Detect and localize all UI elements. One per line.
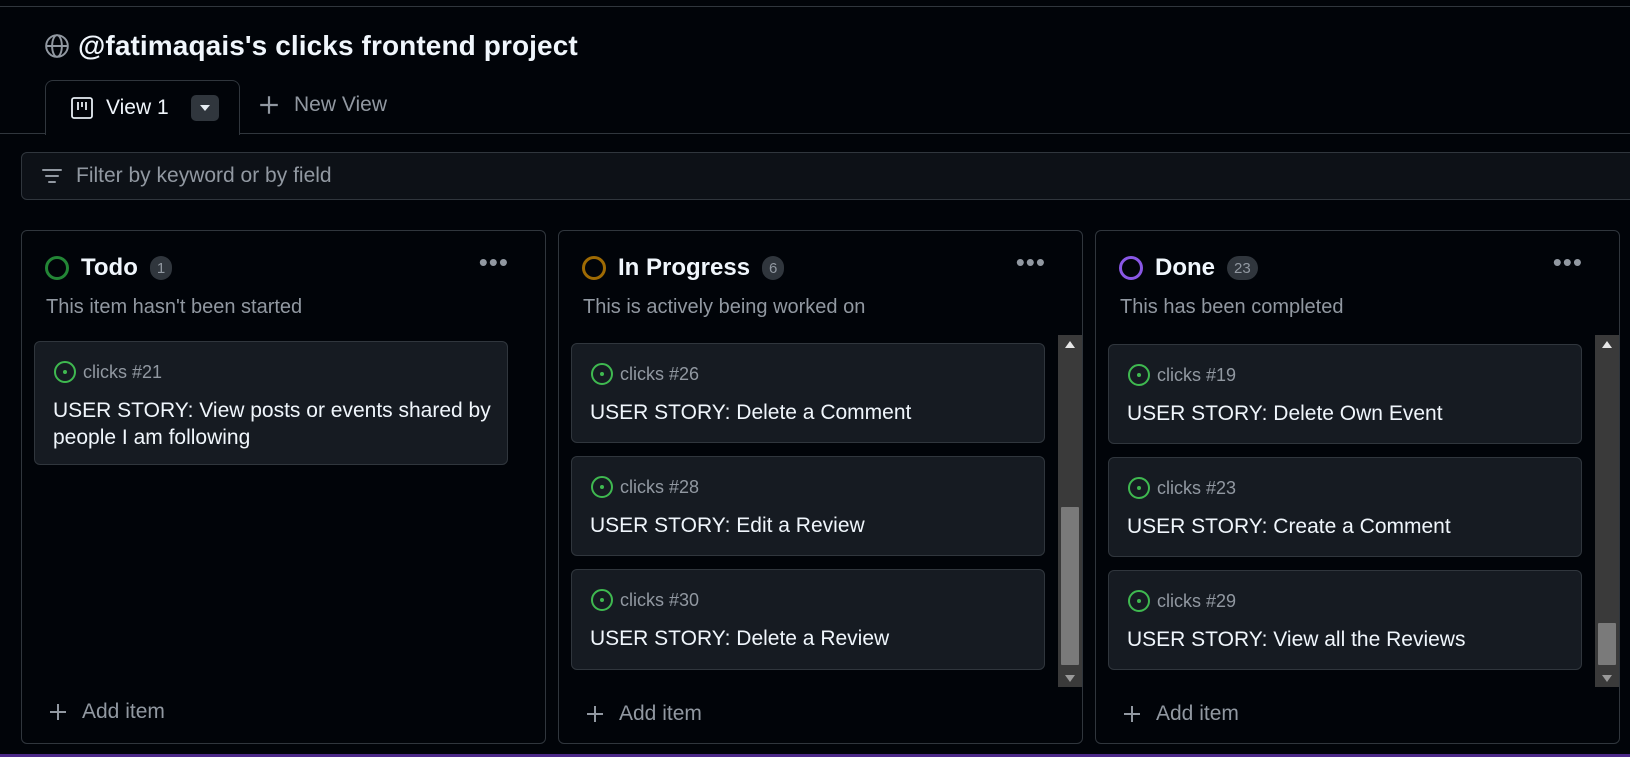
issue-ref-label: clicks #26 [620, 363, 700, 384]
column-title: Done [1155, 254, 1215, 281]
view-options-button[interactable] [190, 95, 219, 121]
issue-opened-icon [591, 476, 613, 498]
issue-opened-icon [591, 363, 613, 385]
plus-icon [260, 96, 278, 114]
add-item-button[interactable]: Add item [1122, 702, 1239, 726]
issue-card[interactable]: clicks #30 USER STORY: Delete a Review [571, 569, 1045, 670]
status-circle-icon [45, 256, 69, 280]
scroll-down-arrow-icon[interactable] [1595, 669, 1619, 687]
filter-bar [21, 152, 1630, 200]
issue-card[interactable]: clicks #21 USER STORY: View posts or eve… [34, 341, 508, 465]
column-description: This item hasn't been started [46, 296, 303, 318]
board-icon [71, 97, 93, 119]
column-title: In Progress [618, 254, 751, 281]
column-header: In Progress 6 [582, 254, 785, 282]
column-in-progress: In Progress 6 ••• This is actively being… [558, 230, 1083, 744]
add-item-label: Add item [619, 702, 702, 725]
status-circle-icon [582, 256, 606, 280]
column-header: Done 23 [1119, 254, 1258, 282]
issue-card[interactable]: clicks #19 USER STORY: Delete Own Event [1108, 344, 1582, 444]
item-count-badge: 6 [762, 256, 785, 280]
column-description: This is actively being worked on [583, 296, 866, 318]
filter-icon [42, 169, 62, 183]
add-item-button[interactable]: Add item [585, 702, 702, 726]
issue-card[interactable]: clicks #26 USER STORY: Delete a Comment [571, 343, 1045, 443]
issue-reference[interactable]: clicks #19 [1127, 363, 1236, 387]
issue-title[interactable]: USER STORY: Create a Comment [1127, 513, 1567, 540]
issue-opened-icon [1128, 364, 1150, 386]
tab-label: View 1 [106, 96, 169, 119]
top-divider [0, 6, 1630, 7]
status-circle-icon [1119, 256, 1143, 280]
column-header: Todo 1 [45, 254, 173, 282]
issue-title[interactable]: USER STORY: Edit a Review [590, 512, 1030, 539]
new-view-button[interactable]: New View [258, 93, 387, 117]
issue-title[interactable]: USER STORY: Delete a Review [590, 625, 1030, 652]
issue-card[interactable]: clicks #23 USER STORY: Create a Comment [1108, 457, 1582, 557]
issue-ref-label: clicks #29 [1157, 590, 1237, 611]
scroll-up-arrow-icon[interactable] [1595, 335, 1619, 353]
column-menu-button[interactable]: ••• [1553, 247, 1583, 278]
issue-card[interactable]: clicks #29 USER STORY: View all the Revi… [1108, 570, 1582, 670]
issue-ref-label: clicks #19 [1157, 364, 1237, 385]
add-item-label: Add item [1156, 702, 1239, 725]
column-todo: Todo 1 ••• This item hasn't been started… [21, 230, 546, 744]
issue-card[interactable]: clicks #28 USER STORY: Edit a Review [571, 456, 1045, 556]
item-count-badge: 23 [1227, 256, 1258, 280]
issue-opened-icon [1128, 590, 1150, 612]
column-description: This has been completed [1120, 296, 1344, 318]
scrollbar-thumb[interactable] [1598, 623, 1616, 665]
column-menu-button[interactable]: ••• [479, 247, 509, 278]
issue-ref-label: clicks #21 [83, 361, 163, 382]
issue-reference[interactable]: clicks #21 [53, 360, 162, 384]
item-count-badge: 1 [149, 256, 173, 280]
add-item-label: Add item [82, 700, 165, 723]
plus-icon [1124, 706, 1140, 722]
issue-reference[interactable]: clicks #23 [1127, 476, 1236, 500]
issue-opened-icon [591, 589, 613, 611]
filter-input[interactable] [76, 164, 1476, 188]
add-item-button[interactable]: Add item [48, 700, 165, 724]
issue-title[interactable]: USER STORY: View posts or events shared … [53, 397, 493, 451]
issue-reference[interactable]: clicks #26 [590, 362, 699, 386]
new-view-label: New View [294, 93, 387, 116]
column-title: Todo [81, 254, 138, 281]
issue-opened-icon [1128, 477, 1150, 499]
issue-ref-label: clicks #28 [620, 476, 700, 497]
page-title: @fatimaqais's clicks frontend project [78, 30, 578, 61]
issue-title[interactable]: USER STORY: Delete Own Event [1127, 400, 1567, 427]
scroll-down-arrow-icon[interactable] [1058, 669, 1082, 687]
column-scrollbar[interactable] [1058, 335, 1082, 687]
issue-ref-label: clicks #23 [1157, 477, 1237, 498]
column-scrollbar[interactable] [1595, 335, 1619, 687]
triangle-down-icon [199, 105, 210, 111]
scroll-up-arrow-icon[interactable] [1058, 335, 1082, 353]
project-header: @fatimaqais's clicks frontend project [44, 30, 578, 62]
column-done: Done 23 ••• This has been completed clic… [1095, 230, 1620, 744]
issue-title[interactable]: USER STORY: Delete a Comment [590, 399, 1030, 426]
issue-ref-label: clicks #30 [620, 589, 700, 610]
view-tabs: View 1 New View [0, 80, 1630, 135]
issue-title[interactable]: USER STORY: View all the Reviews [1127, 626, 1567, 653]
plus-icon [587, 706, 603, 722]
issue-reference[interactable]: clicks #30 [590, 588, 699, 612]
issue-reference[interactable]: clicks #29 [1127, 589, 1236, 613]
issue-reference[interactable]: clicks #28 [590, 475, 699, 499]
plus-icon [50, 704, 66, 720]
tab-view-1[interactable]: View 1 [45, 80, 240, 135]
column-menu-button[interactable]: ••• [1016, 247, 1046, 278]
globe-icon [45, 34, 69, 58]
scrollbar-thumb[interactable] [1061, 507, 1079, 665]
issue-opened-icon [54, 361, 76, 383]
